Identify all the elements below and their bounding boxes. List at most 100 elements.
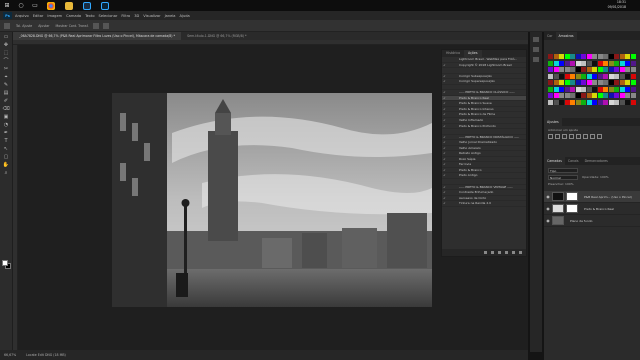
menu-filter[interactable]: Filtro — [121, 14, 130, 18]
color-swatch[interactable] — [630, 99, 636, 105]
color-swatch[interactable] — [603, 60, 608, 66]
color-swatch[interactable] — [586, 86, 592, 92]
color-swatch[interactable] — [575, 73, 581, 79]
distribute-icon[interactable] — [102, 22, 109, 29]
color-swatch[interactable] — [630, 67, 636, 72]
color-swatch[interactable] — [619, 93, 625, 98]
eye-icon[interactable]: ◉ — [544, 194, 552, 199]
color-swatch[interactable] — [619, 54, 625, 59]
color-swatch[interactable] — [603, 86, 608, 92]
kind-filter-select[interactable]: Tipo — [548, 168, 578, 173]
color-swatch[interactable] — [597, 67, 603, 72]
eye-icon[interactable]: ◉ — [544, 218, 552, 223]
record-icon[interactable] — [491, 251, 494, 254]
layer-row-adjustment[interactable]: ◉ P&B Real Aprim... (Uso o Pincel) — [544, 191, 640, 203]
color-swatch[interactable] — [575, 67, 581, 72]
color-swatch[interactable] — [603, 73, 608, 79]
color-swatch[interactable] — [548, 54, 553, 59]
doc-tab-active[interactable]: _06A7828.DNG @ 66,7% (P&B Real Aprimorar… — [13, 32, 182, 40]
color-swatch[interactable] — [625, 54, 630, 59]
layer-row-background[interactable]: ◉ Plano de fundo — [544, 215, 640, 227]
bw-icon[interactable] — [597, 134, 602, 139]
color-swatch[interactable] — [625, 73, 630, 79]
actions-panel-icon[interactable] — [533, 47, 539, 52]
new-set-icon[interactable] — [505, 251, 508, 254]
color-swatch[interactable] — [630, 73, 636, 79]
color-swatch[interactable] — [592, 54, 597, 59]
color-swatch[interactable] — [559, 93, 564, 98]
opacity-field[interactable]: Opacidade: 100% — [582, 175, 609, 180]
path-selection-icon[interactable]: ↖ — [3, 146, 10, 152]
color-swatch[interactable] — [570, 99, 575, 105]
chrome-icon[interactable] — [42, 0, 60, 11]
color-swatch[interactable] — [630, 93, 636, 98]
color-swatch[interactable] — [614, 67, 619, 72]
tab-actions[interactable]: Ações — [464, 50, 482, 57]
color-swatch[interactable] — [553, 67, 559, 72]
brightness-icon[interactable] — [548, 134, 553, 139]
color-swatch[interactable] — [553, 99, 559, 105]
color-swatch[interactable] — [608, 93, 614, 98]
color-swatch[interactable] — [603, 80, 608, 85]
color-swatch[interactable] — [630, 86, 636, 92]
align-icon[interactable] — [92, 22, 99, 29]
color-swatch[interactable] — [586, 93, 592, 98]
color-swatch[interactable] — [592, 60, 597, 66]
color-swatch[interactable] — [564, 73, 570, 79]
properties-panel-icon[interactable] — [533, 57, 539, 62]
stop-icon[interactable] — [484, 251, 487, 254]
color-swatch[interactable] — [564, 93, 570, 98]
option-show-transform[interactable]: Mostrar Cont. Transf. — [56, 24, 89, 28]
color-swatch[interactable] — [548, 86, 553, 92]
color-swatch[interactable] — [603, 99, 608, 105]
color-swatch[interactable] — [553, 80, 559, 85]
tab-adjustments[interactable]: Ajustes — [544, 118, 562, 126]
color-swatch[interactable] — [586, 73, 592, 79]
color-swatch[interactable] — [581, 99, 586, 105]
color-swatch[interactable] — [553, 60, 559, 66]
color-swatch[interactable] — [625, 99, 630, 105]
dodge-tool-icon[interactable]: ◔ — [3, 122, 10, 128]
color-swatch[interactable] — [614, 54, 619, 59]
menu-image[interactable]: Imagem — [47, 14, 62, 18]
hand-tool-icon[interactable]: ✋ — [3, 162, 10, 168]
color-swatch[interactable] — [570, 80, 575, 85]
color-swatch[interactable] — [553, 54, 559, 59]
option-auto-select[interactable]: Tol. Ajuste — [16, 24, 32, 28]
color-swatch[interactable] — [597, 60, 603, 66]
color-swatch[interactable] — [625, 80, 630, 85]
color-swatch[interactable] — [559, 67, 564, 72]
color-swatch[interactable] — [619, 99, 625, 105]
color-swatch[interactable] — [564, 67, 570, 72]
color-swatch[interactable] — [570, 93, 575, 98]
levels-icon[interactable] — [555, 134, 560, 139]
color-swatch[interactable] — [608, 54, 614, 59]
color-swatch[interactable] — [597, 73, 603, 79]
menu-file[interactable]: Arquivo — [15, 14, 29, 18]
crop-tool-icon[interactable]: ⬚ — [3, 50, 10, 56]
tab-paths[interactable]: Demarcadores — [582, 157, 611, 165]
color-swatch[interactable] — [575, 86, 581, 92]
color-swatch[interactable] — [548, 73, 553, 79]
foreground-color-swatch[interactable] — [2, 260, 8, 266]
color-swatch[interactable] — [630, 80, 636, 85]
color-balance-icon[interactable] — [590, 134, 595, 139]
color-swatch[interactable] — [586, 67, 592, 72]
doc-tab-secondary[interactable]: Sem-título-1.DNG @ 66,7% (RGB/8) * — [181, 32, 252, 40]
menu-3d[interactable]: 3D — [134, 14, 139, 18]
color-swatch[interactable] — [586, 80, 592, 85]
color-swatch[interactable] — [614, 60, 619, 66]
color-swatch[interactable] — [592, 80, 597, 85]
color-swatch[interactable] — [564, 86, 570, 92]
hue-icon[interactable] — [583, 134, 588, 139]
color-swatch[interactable] — [614, 99, 619, 105]
color-swatch[interactable] — [603, 54, 608, 59]
menu-view[interactable]: Visualizar — [143, 14, 160, 18]
search-icon[interactable]: ▭ — [28, 0, 42, 11]
color-swatch[interactable] — [559, 86, 564, 92]
color-swatch[interactable] — [597, 99, 603, 105]
blend-mode-select[interactable]: Normal — [548, 175, 578, 180]
zoom-tool-icon[interactable]: ⌕ — [3, 170, 10, 176]
color-swatch[interactable] — [597, 80, 603, 85]
stamp-tool-icon[interactable]: ▤ — [3, 90, 10, 96]
